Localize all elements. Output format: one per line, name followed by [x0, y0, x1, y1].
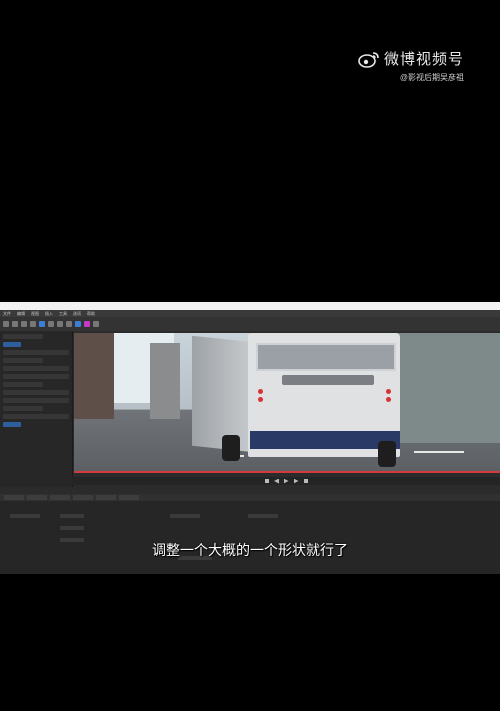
selected-property[interactable] [3, 342, 21, 347]
property-row[interactable] [3, 374, 69, 379]
panel-tab[interactable] [119, 495, 139, 500]
property-row[interactable] [3, 358, 43, 363]
building-left [74, 333, 114, 419]
menu-item-insert[interactable]: 插入 [45, 310, 53, 317]
menu-bar: 文件 编辑 视图 插入 工具 选项 帮助 [0, 310, 500, 317]
lower-panel [0, 494, 500, 574]
undo-icon[interactable] [21, 321, 27, 327]
timeline-progress-bar[interactable] [74, 471, 500, 473]
property-row[interactable] [3, 398, 69, 403]
crop-tool-icon[interactable] [57, 321, 63, 327]
lower-panel-tabs [0, 494, 500, 501]
video-subtitle: 调整一个大概的一个形状就行了 [152, 542, 348, 558]
bus-rear-window [256, 343, 396, 371]
property-row[interactable] [3, 414, 69, 419]
rewind-icon[interactable] [274, 479, 279, 484]
property-row[interactable] [3, 350, 69, 355]
parameter-field[interactable] [60, 514, 84, 518]
panel-tab[interactable] [73, 495, 93, 500]
left-properties-panel [0, 331, 73, 487]
menu-item-help[interactable]: 帮助 [87, 310, 95, 317]
property-row[interactable] [3, 382, 43, 387]
watermark-title: 微博视频号 [383, 51, 464, 68]
bus-wheel [222, 435, 240, 461]
panel-tab[interactable] [27, 495, 47, 500]
play-icon[interactable] [283, 478, 289, 484]
window-titlebar [0, 302, 500, 310]
tail-light [258, 389, 263, 394]
parameter-field[interactable] [170, 514, 200, 518]
loop-icon[interactable] [303, 479, 308, 483]
menu-item-view[interactable]: 视图 [31, 310, 39, 317]
pen-tool-icon[interactable] [66, 321, 72, 327]
weibo-watermark: 微博视频号 @影视后期吴彦祖 [358, 48, 464, 83]
tail-light [258, 397, 263, 402]
menu-item-tools[interactable]: 工具 [59, 310, 67, 317]
stop-icon[interactable] [264, 479, 269, 483]
fast-forward-icon[interactable] [293, 478, 299, 484]
bus-engine-vent [282, 375, 374, 385]
road-marking [414, 451, 464, 453]
parameter-field[interactable] [60, 526, 84, 530]
video-editor-window: 文件 编辑 视图 插入 工具 选项 帮助 [0, 302, 500, 574]
mask-tool-icon[interactable] [75, 321, 81, 327]
panel-tab[interactable] [50, 495, 70, 500]
menu-item-options[interactable]: 选项 [73, 310, 81, 317]
bus-wheel [378, 441, 396, 467]
property-row[interactable] [3, 406, 43, 411]
video-preview[interactable] [74, 333, 500, 471]
color-tool-icon[interactable] [84, 321, 90, 327]
open-icon[interactable] [3, 321, 9, 327]
property-row[interactable] [3, 390, 69, 395]
toolbar [0, 317, 500, 331]
move-tool-icon[interactable] [48, 321, 54, 327]
selected-property[interactable] [3, 422, 21, 427]
property-row[interactable] [3, 366, 69, 371]
parameter-field[interactable] [248, 514, 278, 518]
weibo-logo-icon [358, 51, 379, 68]
parameter-field[interactable] [10, 514, 40, 518]
bus [192, 333, 400, 467]
playback-controls [72, 477, 500, 485]
zoom-tool-icon[interactable] [93, 321, 99, 327]
panel-tab[interactable] [96, 495, 116, 500]
watermark-handle: @影视后期吴彦祖 [399, 73, 464, 82]
tail-light [386, 389, 391, 394]
menu-item-edit[interactable]: 编辑 [17, 310, 25, 317]
building-mid [150, 343, 180, 419]
save-icon[interactable] [12, 321, 18, 327]
building-right [396, 333, 500, 443]
panel-tab[interactable] [4, 495, 24, 500]
select-tool-icon[interactable] [39, 321, 45, 327]
menu-item-file[interactable]: 文件 [3, 310, 11, 317]
tail-light [386, 397, 391, 402]
property-row[interactable] [3, 334, 43, 339]
redo-icon[interactable] [30, 321, 36, 327]
